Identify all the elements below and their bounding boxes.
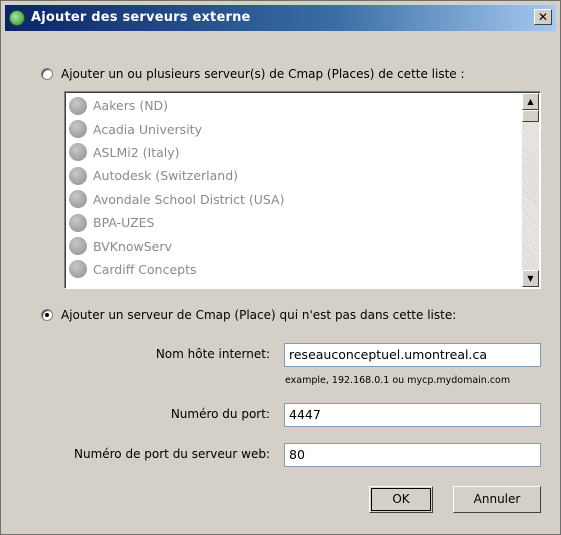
server-list-item[interactable]: Aakers (ND)	[67, 94, 519, 117]
host-label: Nom hôte internet:	[155, 347, 270, 361]
server-globe-icon	[69, 213, 87, 232]
close-button[interactable]: ✕	[534, 9, 552, 25]
scroll-up-button[interactable]: ▲	[522, 93, 539, 110]
server-list: Aakers (ND) Acadia University ASLMi2 (Ital…	[67, 94, 519, 281]
server-globe-icon	[69, 237, 87, 256]
server-list-item[interactable]: Autodesk (Switzerland)	[67, 164, 519, 187]
ok-button[interactable]: OK	[369, 486, 433, 513]
server-list-item[interactable]: ASLMi2 (Italy)	[67, 141, 519, 164]
host-input[interactable]: reseauconceptuel.umontreal.ca	[284, 343, 541, 367]
option-not-in-list[interactable]: Ajouter un serveur de Cmap (Place) qui n…	[41, 306, 456, 324]
cancel-button[interactable]: Annuler	[453, 486, 541, 513]
server-list-item[interactable]: Avondale School District (USA)	[67, 188, 519, 211]
web-port-label: Numéro de port du serveur web:	[73, 447, 270, 461]
from-list-label: Ajouter un ou plusieurs serveur(s) de Cm…	[61, 67, 465, 81]
server-list-item[interactable]: BVKnowServ	[67, 234, 519, 257]
host-hint: example, 192.168.0.1 ou mycp.mydomain.co…	[285, 375, 511, 386]
server-globe-icon	[69, 143, 87, 162]
server-list-item[interactable]: Cardiff Concepts	[67, 258, 519, 281]
server-name: ASLMi2 (Italy)	[93, 144, 180, 160]
server-list-item[interactable]: Acadia University	[67, 117, 519, 140]
server-globe-icon	[69, 190, 87, 209]
from-list-radio[interactable]	[41, 68, 53, 80]
dialog-window: Ajouter des serveurs externe ✕ Ajouter u…	[0, 0, 561, 535]
server-name: BVKnowServ	[93, 238, 172, 254]
server-globe-icon	[69, 166, 87, 185]
server-globe-icon	[69, 260, 87, 279]
title-bar[interactable]: Ajouter des serveurs externe ✕	[5, 5, 556, 31]
scroll-down-button[interactable]: ▼	[522, 270, 539, 287]
port-label: Numéro du port:	[170, 407, 270, 421]
server-name: Acadia University	[93, 121, 202, 137]
port-input[interactable]: 4447	[284, 403, 541, 427]
server-name: Aakers (ND)	[93, 98, 169, 114]
server-name: Autodesk (Switzerland)	[93, 168, 239, 184]
option-from-list[interactable]: Ajouter un ou plusieurs serveur(s) de Cm…	[41, 65, 465, 83]
close-icon: ✕	[537, 10, 549, 24]
server-name: Cardiff Concepts	[93, 261, 197, 277]
arrow-down-icon: ▼	[527, 274, 534, 283]
not-in-list-label: Ajouter un serveur de Cmap (Place) qui n…	[61, 308, 457, 322]
server-globe-icon	[69, 120, 87, 139]
server-name: Avondale School District (USA)	[93, 191, 285, 207]
dialog-title: Ajouter des serveurs externe	[31, 10, 251, 25]
not-in-list-radio[interactable]	[41, 309, 53, 321]
cmap-app-icon	[9, 10, 25, 26]
server-listbox[interactable]: Aakers (ND) Acadia University ASLMi2 (Ital…	[64, 91, 541, 289]
web-port-input[interactable]: 80	[284, 443, 541, 467]
server-globe-icon	[69, 96, 87, 115]
server-name: BPA-UZES	[93, 215, 155, 231]
list-scrollbar[interactable]: ▲ ▼	[522, 93, 539, 287]
arrow-up-icon: ▲	[527, 97, 534, 106]
server-list-item[interactable]: BPA-UZES	[67, 211, 519, 234]
scroll-thumb[interactable]	[522, 110, 539, 122]
